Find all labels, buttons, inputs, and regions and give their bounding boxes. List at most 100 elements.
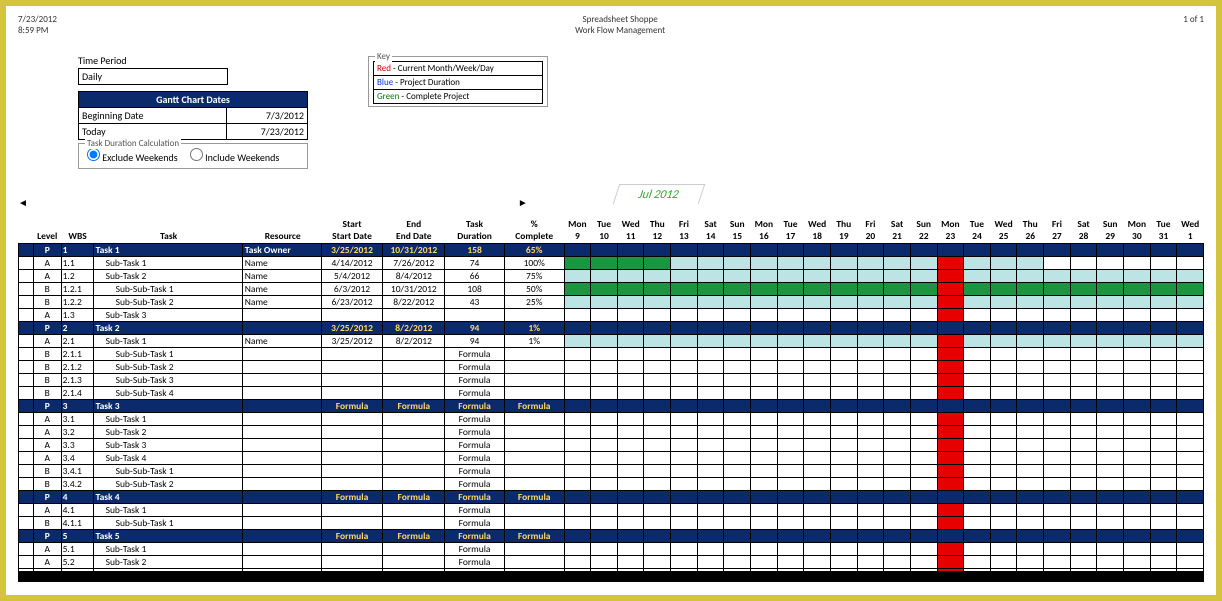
- gantt-cell: [990, 360, 1017, 373]
- cell-complete: [504, 516, 564, 529]
- cell-level: A: [33, 503, 61, 516]
- gantt-cell: [804, 399, 831, 412]
- table-row[interactable]: B3.4.1Sub-Sub-Task 1Formula: [19, 464, 1204, 477]
- key-box: Key Red - Current Month/Week/DayBlue - P…: [368, 56, 548, 107]
- gantt-cell: [644, 477, 671, 490]
- gantt-cell: [1150, 256, 1177, 269]
- gantt-cell: [1150, 243, 1177, 256]
- table-row[interactable]: B3.4.2Sub-Sub-Task 2Formula: [19, 477, 1204, 490]
- table-row[interactable]: A1.2Sub-Task 2Name5/4/20128/4/20126675%: [19, 269, 1204, 282]
- gantt-cell: [884, 412, 911, 425]
- table-row[interactable]: B2.1.4Sub-Sub-Task 4Formula: [19, 386, 1204, 399]
- gantt-cell: [910, 321, 937, 334]
- gantt-cell: [1070, 334, 1097, 347]
- gantt-cell: [1124, 464, 1151, 477]
- cell-wbs: 2.1.2: [61, 360, 93, 373]
- gcd-value[interactable]: 7/23/2012: [227, 124, 307, 139]
- gantt-cell: [591, 373, 618, 386]
- gantt-cell: [910, 334, 937, 347]
- table-row[interactable]: B4.1.1Sub-Sub-Task 1Formula: [19, 516, 1204, 529]
- gantt-cell: [1044, 412, 1071, 425]
- cell-level: A: [33, 555, 61, 568]
- cell-complete: [504, 503, 564, 516]
- table-row[interactable]: P4Task 4FormulaFormulaFormulaFormula: [19, 490, 1204, 503]
- cell-end: [383, 347, 445, 360]
- gantt-cell: [644, 334, 671, 347]
- gantt-cell: [751, 412, 778, 425]
- table-row[interactable]: A2.1Sub-Task 1Name3/25/20128/2/2012941%: [19, 334, 1204, 347]
- gantt-cell: [671, 425, 698, 438]
- gantt-cell: [671, 334, 698, 347]
- table-row[interactable]: A1.3Sub-Task 3: [19, 308, 1204, 321]
- gantt-cell: [1070, 412, 1097, 425]
- table-row[interactable]: P5Task 5FormulaFormulaFormulaFormula: [19, 529, 1204, 542]
- gantt-cell: [1124, 373, 1151, 386]
- gantt-cell: [777, 490, 804, 503]
- table-row[interactable]: A3.4Sub-Task 4Formula: [19, 451, 1204, 464]
- gantt-cell: [1070, 542, 1097, 555]
- gcd-label: Beginning Date: [79, 108, 227, 123]
- gcd-value[interactable]: 7/3/2012: [227, 108, 307, 123]
- table-row[interactable]: P1Task 1Task Owner3/25/201210/31/2012158…: [19, 243, 1204, 256]
- gantt-cell: [910, 555, 937, 568]
- table-row[interactable]: P2Task 23/25/20128/2/2012941%: [19, 321, 1204, 334]
- gantt-cell: [777, 464, 804, 477]
- exclude-weekends-radio[interactable]: Exclude Weekends: [87, 151, 178, 164]
- gantt-cell: [1177, 295, 1204, 308]
- gantt-cell: [1017, 438, 1044, 451]
- gantt-cell: [1017, 256, 1044, 269]
- gantt-cell: [910, 269, 937, 282]
- cell-level: B: [33, 360, 61, 373]
- cell-flag: [19, 269, 34, 282]
- gantt-cell: [671, 386, 698, 399]
- include-weekends-radio[interactable]: Include Weekends: [190, 151, 279, 164]
- table-row[interactable]: A4.1Sub-Task 1Formula: [19, 503, 1204, 516]
- gantt-cell: [1044, 256, 1071, 269]
- gantt-cell: [830, 308, 857, 321]
- col-day: Thu19: [830, 217, 857, 243]
- scroll-left-icon[interactable]: ◄: [18, 196, 28, 209]
- table-row[interactable]: A5.2Sub-Task 2Formula: [19, 555, 1204, 568]
- gantt-cell: [671, 412, 698, 425]
- gantt-cell: [937, 464, 964, 477]
- table-row[interactable]: B2.1.3Sub-Sub-Task 3Formula: [19, 373, 1204, 386]
- table-row[interactable]: B2.1.2Sub-Sub-Task 2Formula: [19, 360, 1204, 373]
- gantt-cell: [857, 321, 884, 334]
- table-row[interactable]: B1.2.2Sub-Sub-Task 2Name6/23/20128/22/20…: [19, 295, 1204, 308]
- scroll-right-icon[interactable]: ►: [518, 196, 528, 209]
- table-row[interactable]: A3.2Sub-Task 2Formula: [19, 425, 1204, 438]
- table-row[interactable]: A5.1Sub-Task 1Formula: [19, 542, 1204, 555]
- gantt-cell: [751, 425, 778, 438]
- gantt-cell: [1097, 360, 1124, 373]
- gantt-cell: [617, 373, 644, 386]
- gantt-cell: [804, 360, 831, 373]
- gantt-cell: [1017, 321, 1044, 334]
- gantt-cell: [777, 295, 804, 308]
- gantt-cell: [857, 308, 884, 321]
- gantt-cell: [564, 399, 591, 412]
- table-row[interactable]: P3Task 3FormulaFormulaFormulaFormula: [19, 399, 1204, 412]
- table-row[interactable]: B2.1.1Sub-Sub-Task 1Formula: [19, 347, 1204, 360]
- gantt-cell: [1124, 399, 1151, 412]
- table-row[interactable]: A3.3Sub-Task 3Formula: [19, 438, 1204, 451]
- gantt-cell: [617, 490, 644, 503]
- table-row[interactable]: B1.2.1Sub-Sub-Task 1Name6/3/201210/31/20…: [19, 282, 1204, 295]
- gantt-cell: [1070, 321, 1097, 334]
- cell-complete: 75%: [504, 269, 564, 282]
- cell-level: A: [33, 542, 61, 555]
- cell-flag: [19, 347, 34, 360]
- key-line: Red - Current Month/Week/Day: [373, 61, 543, 76]
- gcd-label: Today: [79, 124, 227, 139]
- gantt-cell: [1097, 412, 1124, 425]
- gantt-cell: [644, 282, 671, 295]
- gantt-cell: [564, 412, 591, 425]
- table-row[interactable]: A3.1Sub-Task 1Formula: [19, 412, 1204, 425]
- cell-resource: [242, 438, 321, 451]
- gantt-cell: [591, 490, 618, 503]
- gantt-cell: [564, 321, 591, 334]
- table-row[interactable]: A1.1Sub-Task 1Name4/14/20127/26/20127410…: [19, 256, 1204, 269]
- time-period-select[interactable]: Daily: [78, 68, 228, 85]
- cell-complete: 65%: [504, 243, 564, 256]
- month-tab[interactable]: Jul 2012: [613, 184, 705, 204]
- gantt-cell: [830, 529, 857, 542]
